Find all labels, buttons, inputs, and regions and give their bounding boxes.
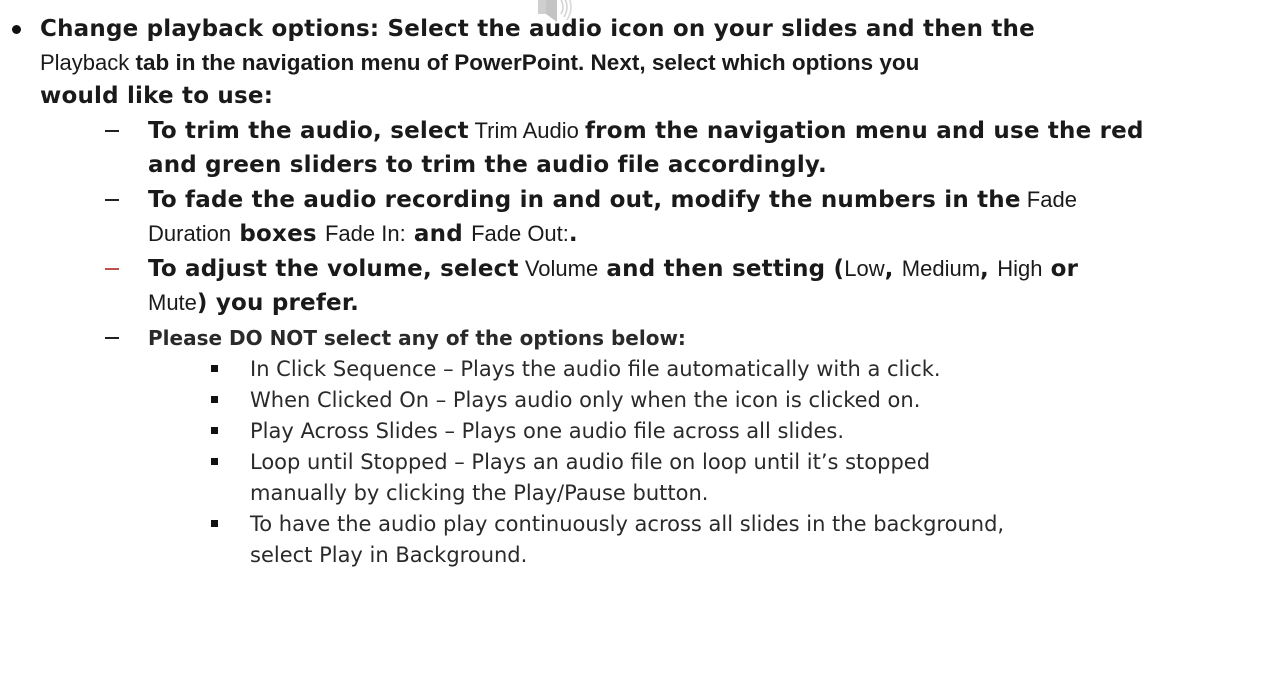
volume-line-2: Mute) you prefer. — [148, 288, 359, 318]
fade-line-2: Duration boxes Fade In: and Fade Out:. — [148, 219, 578, 249]
ui-term-duration: Duration — [148, 221, 232, 246]
dash-bullet — [105, 268, 119, 270]
ui-term-high: High — [997, 256, 1043, 281]
paragraph-line-3: would like to use: — [40, 81, 273, 111]
dash-bullet — [105, 337, 119, 339]
ui-term-medium: Medium — [901, 256, 981, 281]
option-text: manually by clicking the Play/Pause butt… — [250, 481, 709, 505]
option-item: In Click Sequence – Plays the audio file… — [250, 354, 941, 384]
body-text: from the navigation menu and use the red — [584, 118, 1144, 144]
heading-text: Change playback options: — [40, 16, 380, 42]
body-text: and green sliders to trim the audio file… — [148, 152, 827, 178]
option-item-continued: manually by clicking the Play/Pause butt… — [250, 478, 708, 508]
body-text: and then setting ( — [598, 256, 845, 282]
body-text: Select the audio icon on your slides and… — [379, 16, 1035, 42]
body-text: , — [980, 256, 998, 282]
body-text: . — [568, 221, 578, 247]
ui-term-fade-in: Fade In: — [324, 221, 406, 246]
paragraph-line-1: Change playback options: Select the audi… — [40, 14, 1035, 44]
body-text: , — [884, 256, 902, 282]
body-text: would like to use: — [40, 83, 274, 109]
body-text: tab in the navigation menu of PowerPoint… — [129, 50, 920, 75]
ui-term-playback: Playback — [40, 50, 130, 75]
trim-line-1: To trim the audio, select Trim Audio fro… — [148, 116, 1144, 146]
body-text: To trim the audio, select — [148, 118, 469, 144]
ui-term-low: Low — [844, 256, 885, 281]
ui-term-mute: Mute — [148, 290, 197, 315]
option-text: Play Across Slides – Plays one audio fil… — [250, 419, 844, 443]
body-text: ) you prefer. — [196, 290, 360, 316]
paragraph-line-2: Playback tab in the navigation menu of P… — [40, 48, 919, 78]
body-text: boxes — [231, 221, 325, 247]
body-text: Please DO NOT select any of the options … — [148, 326, 686, 350]
bullet-dot — [12, 25, 21, 34]
square-bullet — [211, 458, 218, 465]
square-bullet — [211, 520, 218, 527]
ui-term-fade-out: Fade Out: — [471, 221, 569, 246]
square-bullet — [211, 427, 218, 434]
dash-bullet — [105, 199, 119, 201]
option-item: Loop until Stopped – Plays an audio file… — [250, 447, 930, 477]
option-text: When Clicked On – Plays audio only when … — [250, 388, 921, 412]
square-bullet — [211, 396, 218, 403]
option-text: To have the audio play continuously acro… — [250, 512, 1005, 536]
option-item: When Clicked On – Plays audio only when … — [250, 385, 920, 415]
ui-term-volume: Volume — [518, 256, 599, 281]
ui-term-fade: Fade — [1020, 187, 1077, 212]
body-text: To fade the audio recording in and out, … — [148, 187, 1021, 213]
option-item-continued: select Play in Background. — [250, 540, 527, 570]
option-text: select Play in Background. — [250, 543, 528, 567]
slide-content: Change playback options: Select the audi… — [0, 0, 1262, 683]
body-text: and — [405, 221, 472, 247]
option-text: Loop until Stopped – Plays an audio file… — [250, 450, 931, 474]
option-item: Play Across Slides – Plays one audio fil… — [250, 416, 844, 446]
option-item: To have the audio play continuously acro… — [250, 509, 1004, 539]
ui-term-trim-audio: Trim Audio — [468, 118, 585, 143]
trim-line-2: and green sliders to trim the audio file… — [148, 150, 827, 180]
body-text: or — [1042, 256, 1079, 282]
option-text: In Click Sequence – Plays the audio file… — [250, 357, 941, 381]
square-bullet — [211, 365, 218, 372]
volume-line-1: To adjust the volume, select Volume and … — [148, 254, 1078, 284]
do-not-line: Please DO NOT select any of the options … — [148, 323, 686, 353]
body-text: To adjust the volume, select — [148, 256, 519, 282]
fade-line-1: To fade the audio recording in and out, … — [148, 185, 1077, 215]
dash-bullet — [105, 130, 119, 132]
